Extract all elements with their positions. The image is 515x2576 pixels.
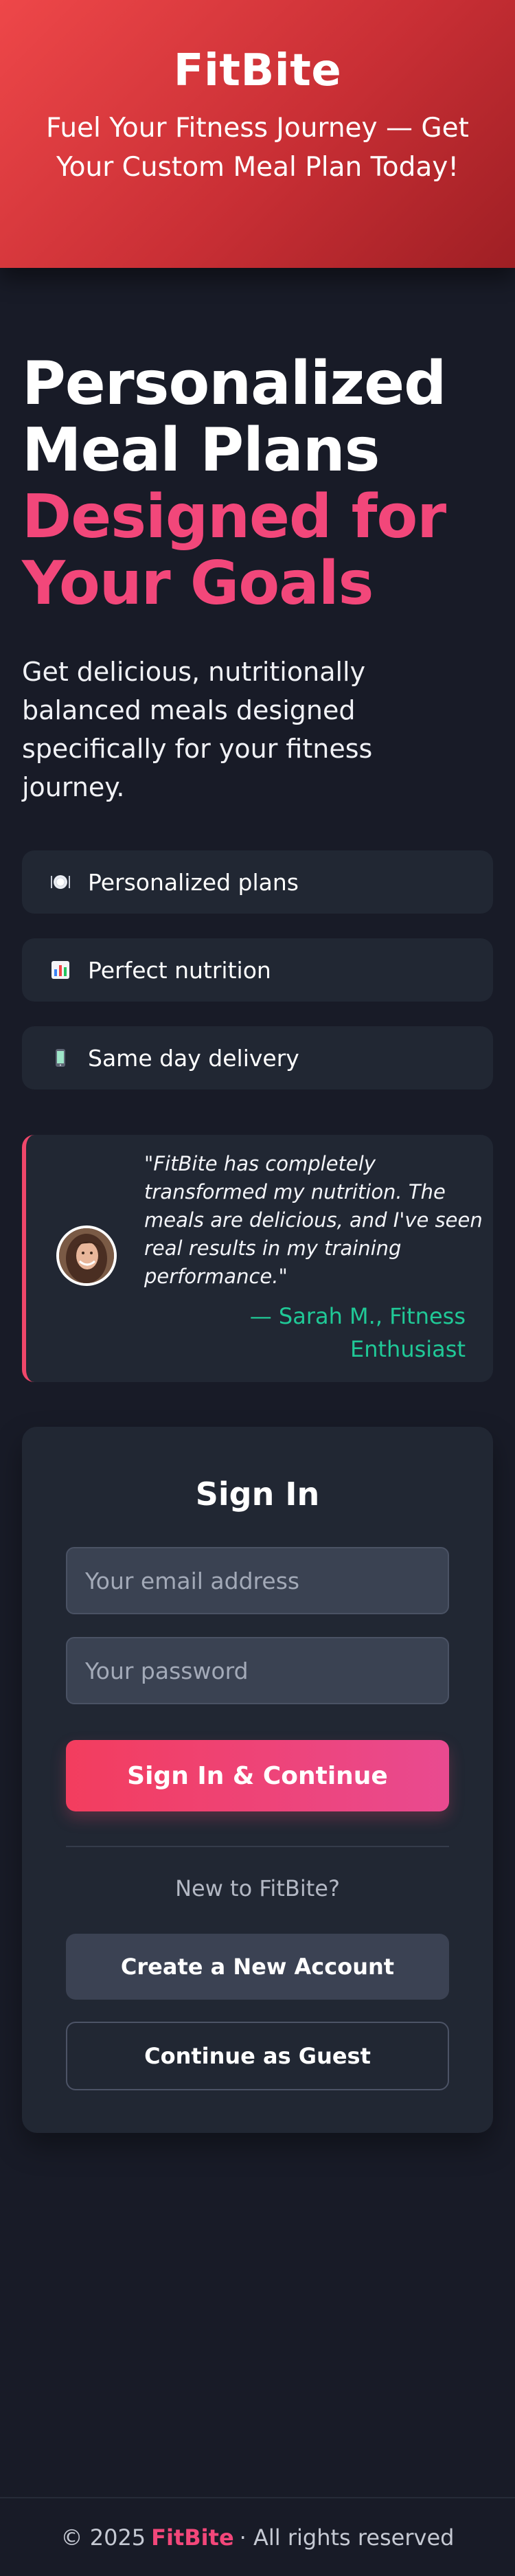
footer-brand: FitBite — [151, 2524, 234, 2551]
site-header: FitBite Fuel Your Fitness Journey — Get … — [0, 0, 515, 268]
create-account-button[interactable]: Create a New Account — [66, 1934, 449, 2000]
site-footer: © 2025 FitBite · All rights reserved — [0, 2497, 515, 2576]
plate-icon — [49, 871, 71, 893]
feature-label: Same day delivery — [88, 1044, 299, 1072]
footer-copyright: © 2025 — [60, 2524, 146, 2551]
testimonial-quote: "FitBite has completely transformed my n… — [144, 1152, 483, 1288]
sign-in-continue-button[interactable]: Sign In & Continue — [66, 1740, 449, 1811]
avatar — [56, 1225, 117, 1286]
continue-as-guest-button[interactable]: Continue as Guest — [66, 2022, 449, 2090]
brand-logo-text[interactable]: FitBite — [0, 40, 515, 102]
hero-title-line-2: Meal Plans — [22, 415, 380, 485]
feature-personalized-plans: Personalized plans — [22, 850, 493, 914]
phone-icon — [49, 1047, 71, 1069]
hero-description: Get delicious, nutritionally balanced me… — [22, 657, 373, 802]
password-input[interactable] — [66, 1637, 449, 1704]
sign-in-card: Sign In Sign In & Continue New to FitBit… — [22, 1427, 493, 2133]
hero-title-line-1: Personalized — [22, 348, 446, 418]
divider — [66, 1846, 449, 1847]
feature-label: Perfect nutrition — [88, 956, 271, 984]
footer-rights: · All rights reserved — [239, 2524, 455, 2551]
hero-title-line-4: Your Goals — [22, 548, 374, 618]
feature-perfect-nutrition: Perfect nutrition — [22, 938, 493, 1002]
testimonial-author: — Sarah M., Fitness Enthusiast — [249, 1303, 466, 1362]
email-input[interactable] — [66, 1547, 449, 1614]
feature-same-day-delivery: Same day delivery — [22, 1026, 493, 1089]
new-user-prompt: New to FitBite? — [175, 1875, 340, 1901]
hero-title: Personalized Meal Plans Designed for You… — [22, 350, 496, 617]
feature-label: Personalized plans — [88, 868, 299, 896]
bar-chart-icon — [49, 959, 71, 981]
testimonial-card: "FitBite has completely transformed my n… — [22, 1135, 493, 1382]
sign-in-title: Sign In — [195, 1476, 320, 1513]
header-tagline: Fuel Your Fitness Journey — Get Your Cus… — [46, 113, 469, 183]
hero-title-line-3: Designed for — [22, 482, 446, 552]
